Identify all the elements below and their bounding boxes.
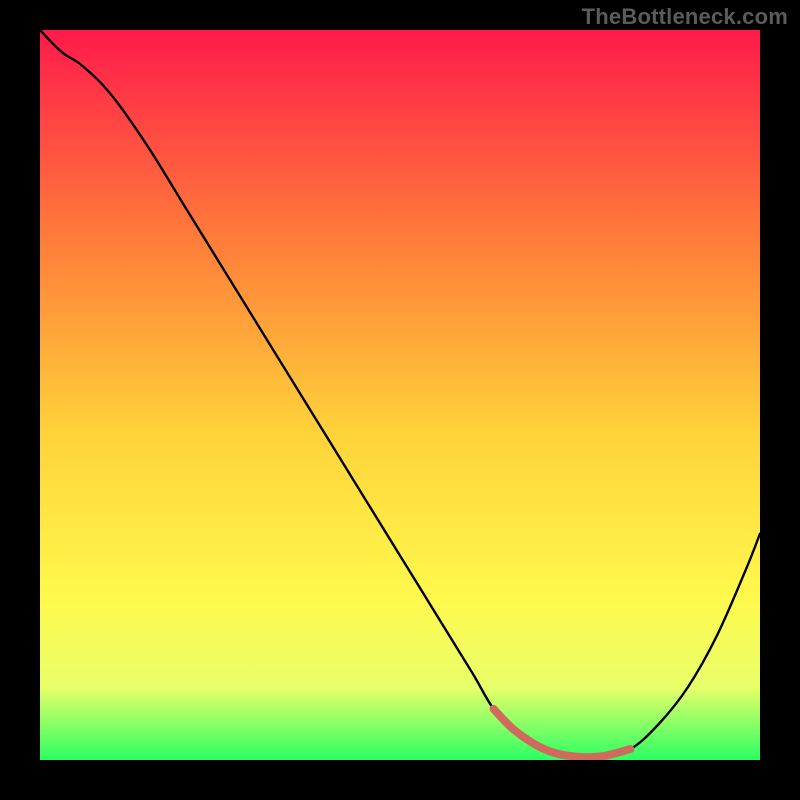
chart-frame: TheBottleneck.com [0,0,800,800]
gradient-background [40,30,760,760]
watermark-text: TheBottleneck.com [582,4,788,30]
plot-area [40,30,760,760]
bottleneck-curve-chart [40,30,760,760]
